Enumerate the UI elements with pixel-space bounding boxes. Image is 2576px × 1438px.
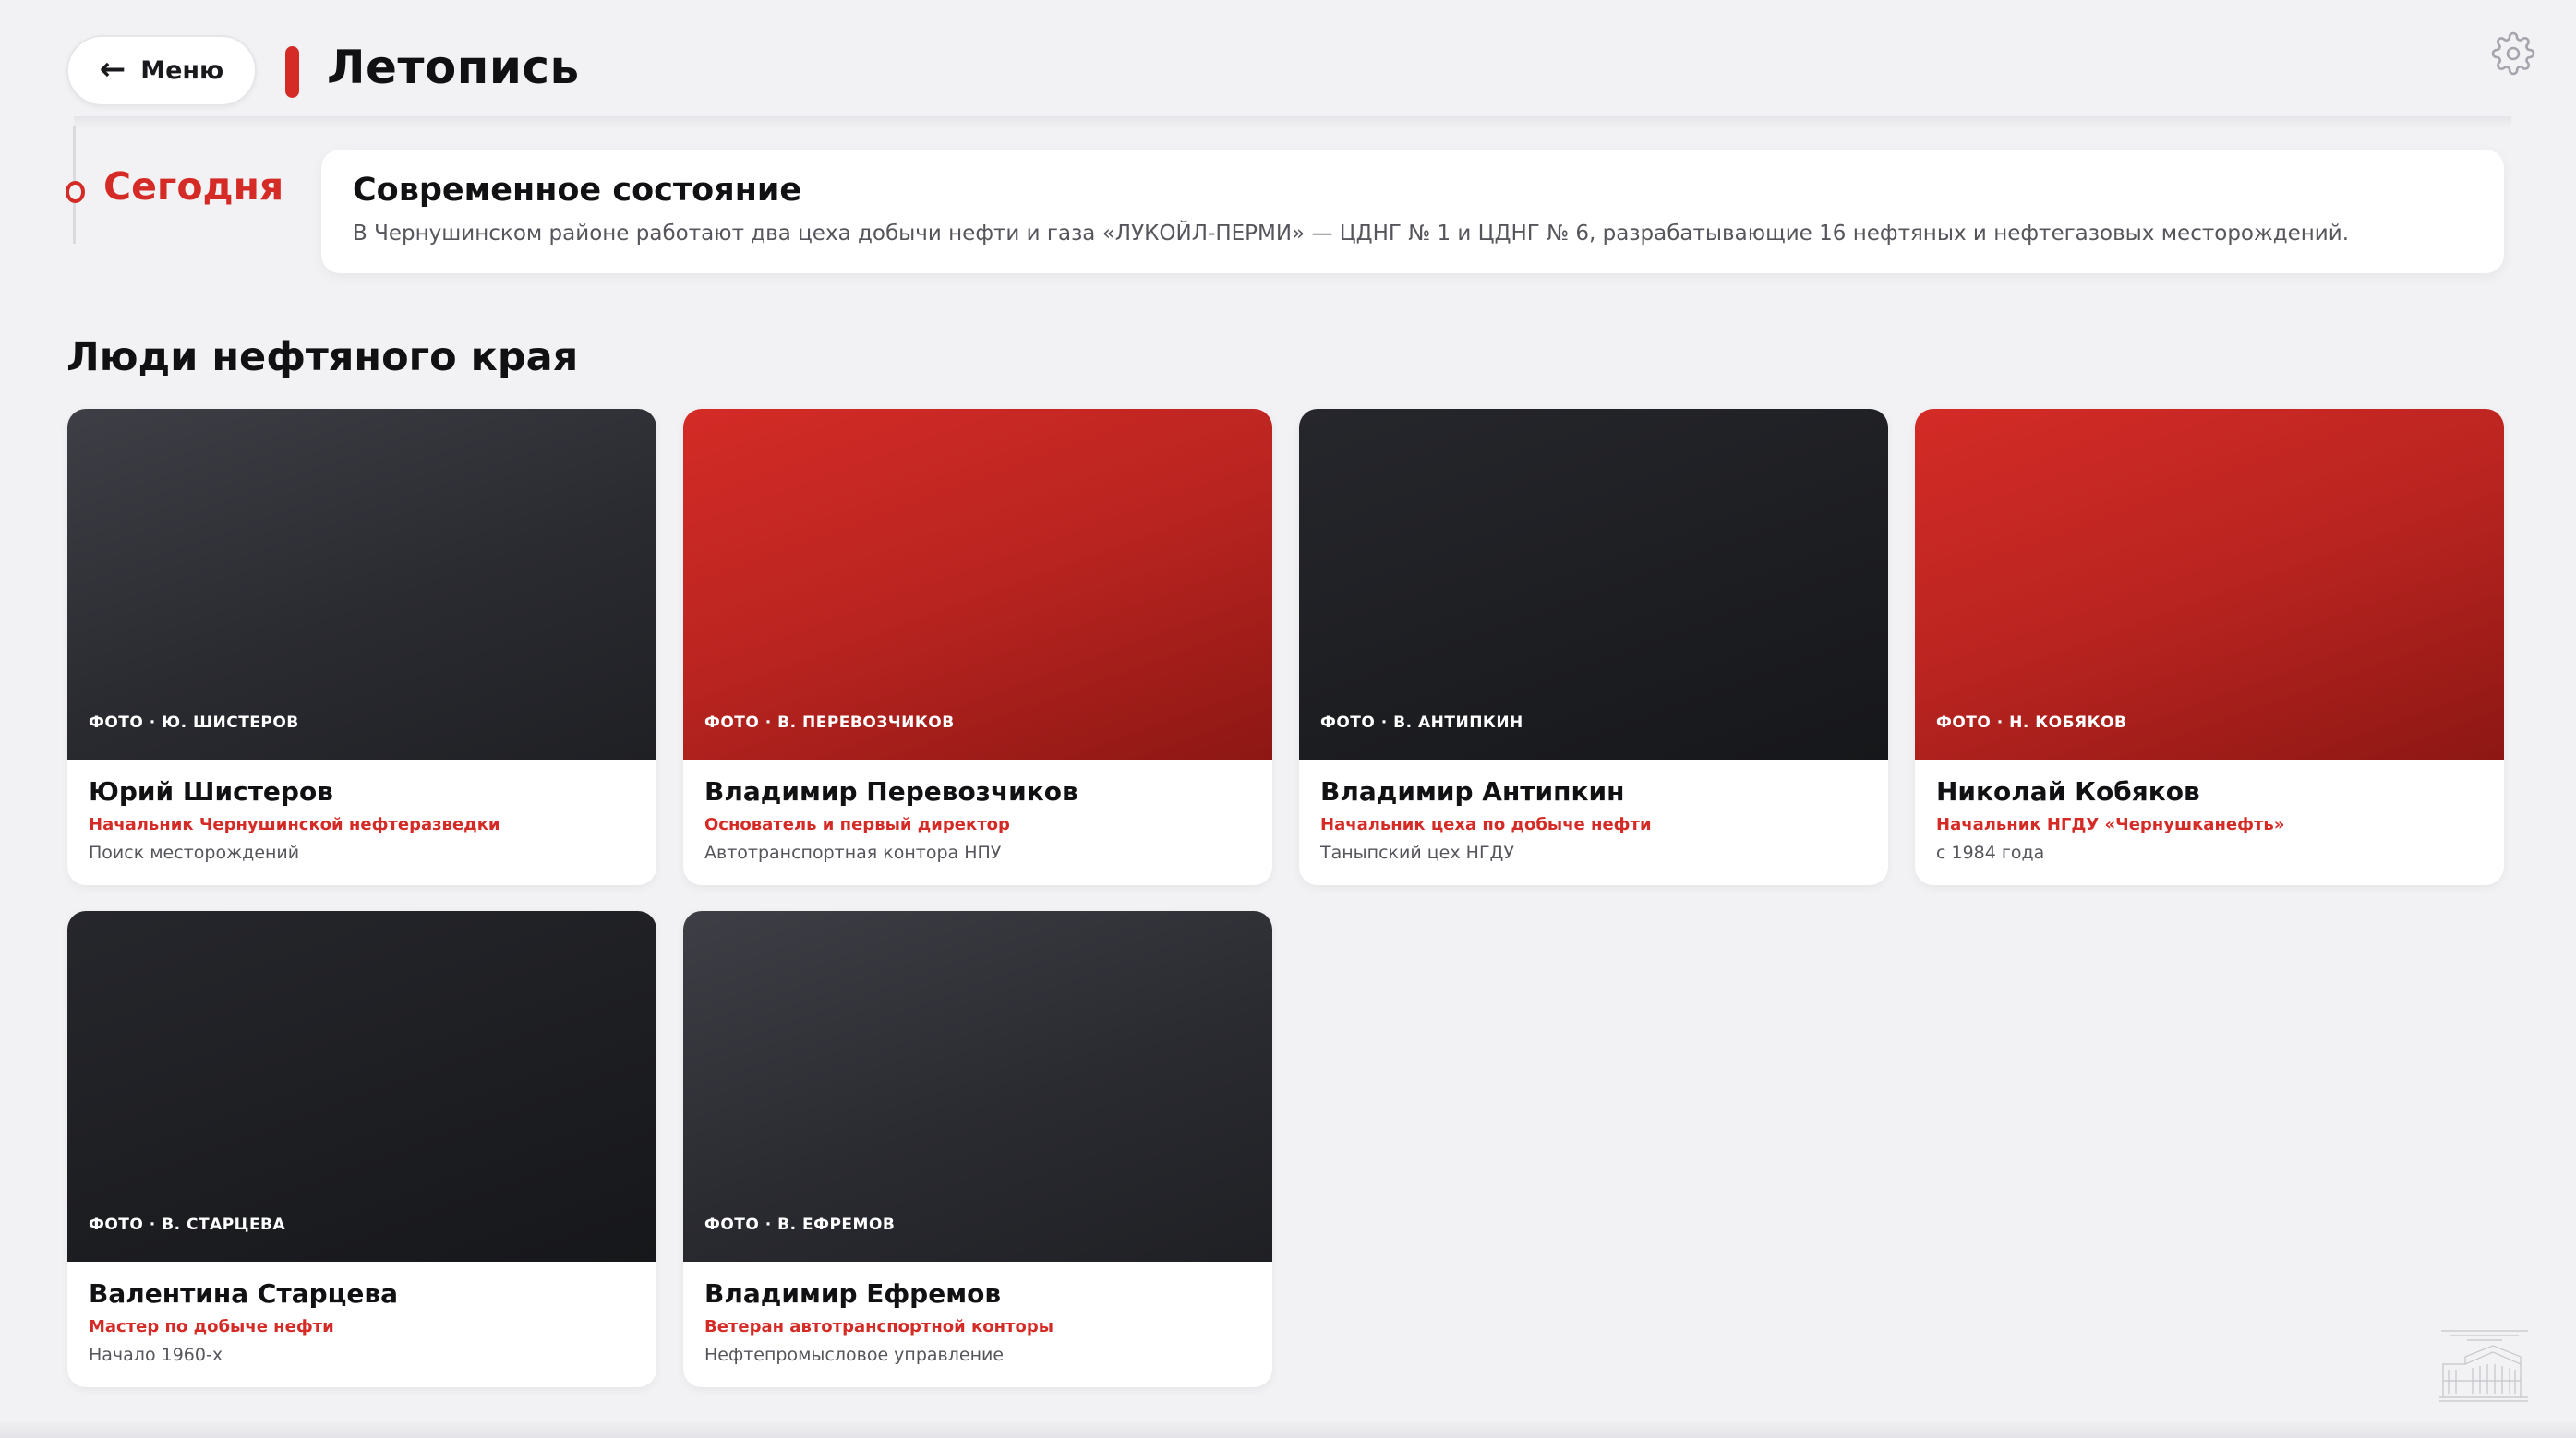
timeline-period-label: Сегодня: [103, 164, 284, 209]
menu-button[interactable]: ← Меню: [66, 35, 257, 106]
person-card[interactable]: ФОТО · В. ПЕРЕВОЗЧИКОВ Владимир Перевозч…: [683, 409, 1272, 885]
person-note: с 1984 года: [1936, 843, 2045, 863]
page-title: Летопись: [327, 41, 580, 94]
person-note: Нефтепромысловое управление: [704, 1345, 1005, 1365]
person-role: Ветеран автотранспортной конторы: [704, 1317, 1053, 1336]
person-role: Начальник цеха по добыче нефти: [1320, 815, 1652, 834]
timeline-event-card: Современное состояние В Чернушинском рай…: [321, 150, 2504, 273]
person-role: Мастер по добыче нефти: [89, 1317, 334, 1336]
menu-button-label: Меню: [140, 56, 224, 85]
person-photo: [1915, 409, 2504, 760]
section-title: Люди нефтяного края: [66, 334, 579, 380]
timeline-marker: [66, 181, 85, 203]
event-text: В Чернушинском районе работают два цеха …: [353, 222, 2350, 246]
person-name: Владимир Перевозчиков: [704, 776, 1078, 807]
person-card[interactable]: ФОТО · В. ЕФРЕМОВ Владимир Ефремов Ветер…: [683, 911, 1272, 1387]
photo-credit: ФОТО · В. АНТИПКИН: [1320, 713, 1523, 732]
person-card[interactable]: ФОТО · Ю. ШИСТЕРОВ Юрий Шистеров Начальн…: [67, 409, 656, 885]
person-note: Начало 1960-х: [89, 1345, 223, 1365]
photo-credit: ФОТО · В. ПЕРЕВОЗЧИКОВ: [704, 713, 955, 732]
person-role: Основатель и первый директор: [704, 815, 1010, 834]
photo-credit: ФОТО · Н. КОБЯКОВ: [1936, 713, 2127, 732]
photo-credit: ФОТО · В. СТАРЦЕВА: [89, 1216, 286, 1234]
person-photo: [1299, 409, 1888, 760]
person-note: Поиск месторождений: [89, 843, 300, 863]
person-name: Валентина Старцева: [89, 1278, 398, 1309]
title-accent-bar: [285, 46, 299, 98]
museum-logo-icon: [2439, 1330, 2528, 1402]
person-role: Начальник Чернушинской нефтеразведки: [89, 815, 500, 834]
person-photo: [67, 911, 656, 1262]
photo-credit: ФОТО · Ю. ШИСТЕРОВ: [89, 713, 299, 732]
person-name: Юрий Шистеров: [89, 776, 333, 807]
person-photo: [683, 409, 1272, 760]
bottom-fade: [0, 1420, 2576, 1438]
person-name: Николай Кобяков: [1936, 776, 2200, 807]
person-name: Владимир Ефремов: [704, 1278, 1002, 1309]
event-title: Современное состояние: [353, 172, 802, 209]
person-name: Владимир Антипкин: [1320, 776, 1625, 807]
person-photo: [67, 409, 656, 760]
person-note: Автотранспортная контора НПУ: [704, 843, 1002, 863]
arrow-left-icon: ←: [99, 50, 126, 88]
person-card[interactable]: ФОТО · В. СТАРЦЕВА Валентина Старцева Ма…: [67, 911, 656, 1387]
person-card[interactable]: ФОТО · В. АНТИПКИН Владимир Антипкин Нач…: [1299, 409, 1888, 885]
person-role: Начальник НГДУ «Чернушканефть»: [1936, 815, 2285, 834]
gear-icon[interactable]: [2491, 31, 2535, 76]
person-note: Таныпский цех НГДУ: [1320, 843, 1514, 863]
person-card[interactable]: ФОТО · Н. КОБЯКОВ Николай Кобяков Началь…: [1915, 409, 2504, 885]
person-photo: [683, 911, 1272, 1262]
header-divider: [74, 116, 2511, 129]
photo-credit: ФОТО · В. ЕФРЕМОВ: [704, 1216, 896, 1234]
